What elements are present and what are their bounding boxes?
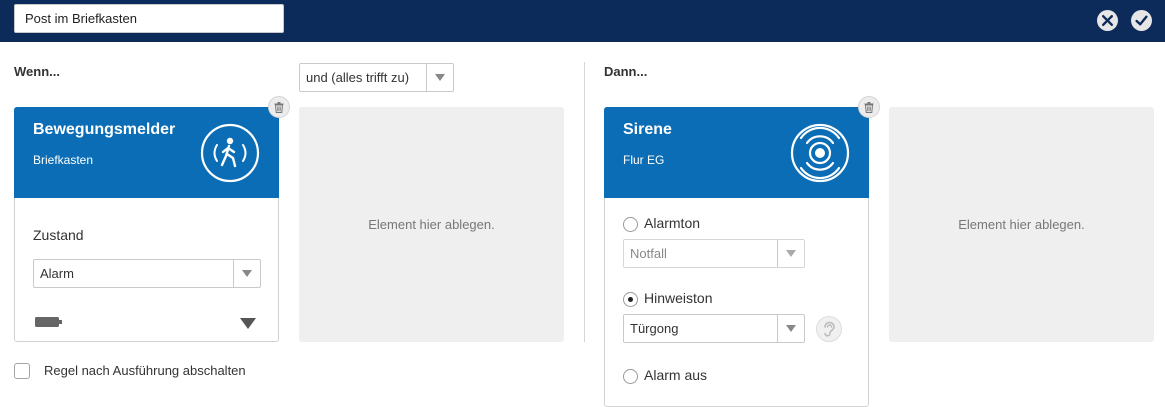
chevron-down-icon	[777, 240, 804, 267]
option-alarm-tone-radio[interactable]	[623, 217, 638, 232]
chevron-down-icon	[233, 260, 260, 287]
state-select[interactable]: Alarm	[33, 259, 261, 288]
motion-person-icon	[200, 123, 260, 183]
logic-select-value: und (alles trifft zu)	[306, 70, 410, 85]
siren-icon	[790, 123, 850, 183]
if-drop-zone-label: Element hier ablegen.	[368, 217, 495, 232]
trash-icon	[274, 101, 284, 113]
action-card-subtitle: Flur EG	[623, 153, 665, 167]
chevron-down-icon	[426, 64, 453, 91]
option-alarm-off-radio[interactable]	[623, 369, 638, 384]
alarm-tone-select[interactable]: Notfall	[623, 239, 805, 268]
notice-tone-select[interactable]: Türgong	[623, 314, 805, 343]
if-section-title: Wenn...	[14, 64, 60, 79]
close-button[interactable]	[1097, 10, 1118, 31]
action-card-title: Sirene	[623, 121, 672, 138]
checkmark-icon	[1135, 15, 1148, 26]
trash-icon	[864, 101, 874, 113]
then-section-title: Dann...	[604, 64, 648, 79]
state-label: Zustand	[33, 227, 84, 243]
close-icon	[1101, 14, 1114, 27]
delete-action-button[interactable]	[858, 96, 880, 118]
battery-icon	[35, 317, 62, 327]
expand-triangle-icon[interactable]	[240, 318, 256, 329]
rule-name-input[interactable]: Post im Briefkasten	[14, 4, 284, 33]
if-drop-zone[interactable]: Element hier ablegen.	[299, 107, 564, 342]
action-card[interactable]: Sirene Flur EG Alarmton Notfall Hinweist…	[604, 107, 869, 407]
ear-icon	[824, 321, 835, 337]
trigger-card-title: Bewegungsmelder	[33, 121, 176, 138]
action-card-header: Sirene Flur EG	[604, 107, 869, 198]
trigger-card-header: Bewegungsmelder Briefkasten	[14, 107, 279, 198]
logic-select[interactable]: und (alles trifft zu)	[299, 63, 454, 92]
alarm-tone-select-value: Notfall	[630, 246, 667, 261]
chevron-down-icon	[777, 315, 804, 342]
state-select-value: Alarm	[40, 266, 74, 281]
confirm-button[interactable]	[1131, 10, 1152, 31]
disable-after-run-label: Regel nach Ausführung abschalten	[44, 363, 246, 378]
trigger-card-subtitle: Briefkasten	[33, 153, 94, 167]
option-alarm-tone-label: Alarmton	[644, 215, 701, 231]
then-drop-zone-label: Element hier ablegen.	[958, 217, 1085, 232]
option-notice-tone-label: Hinweiston	[644, 290, 713, 306]
then-drop-zone[interactable]: Element hier ablegen.	[889, 107, 1154, 342]
section-divider	[584, 62, 585, 342]
option-alarm-off-label: Alarm aus	[644, 367, 708, 383]
header-bar: Post im Briefkasten	[0, 0, 1165, 42]
disable-after-run-checkbox[interactable]	[14, 363, 30, 379]
trigger-card[interactable]: Bewegungsmelder Briefkasten Zustand Alar…	[14, 107, 279, 342]
option-notice-tone-radio[interactable]	[623, 292, 638, 307]
notice-tone-select-value: Türgong	[630, 321, 679, 336]
delete-trigger-button[interactable]	[268, 96, 290, 118]
play-sound-button[interactable]	[816, 316, 842, 342]
